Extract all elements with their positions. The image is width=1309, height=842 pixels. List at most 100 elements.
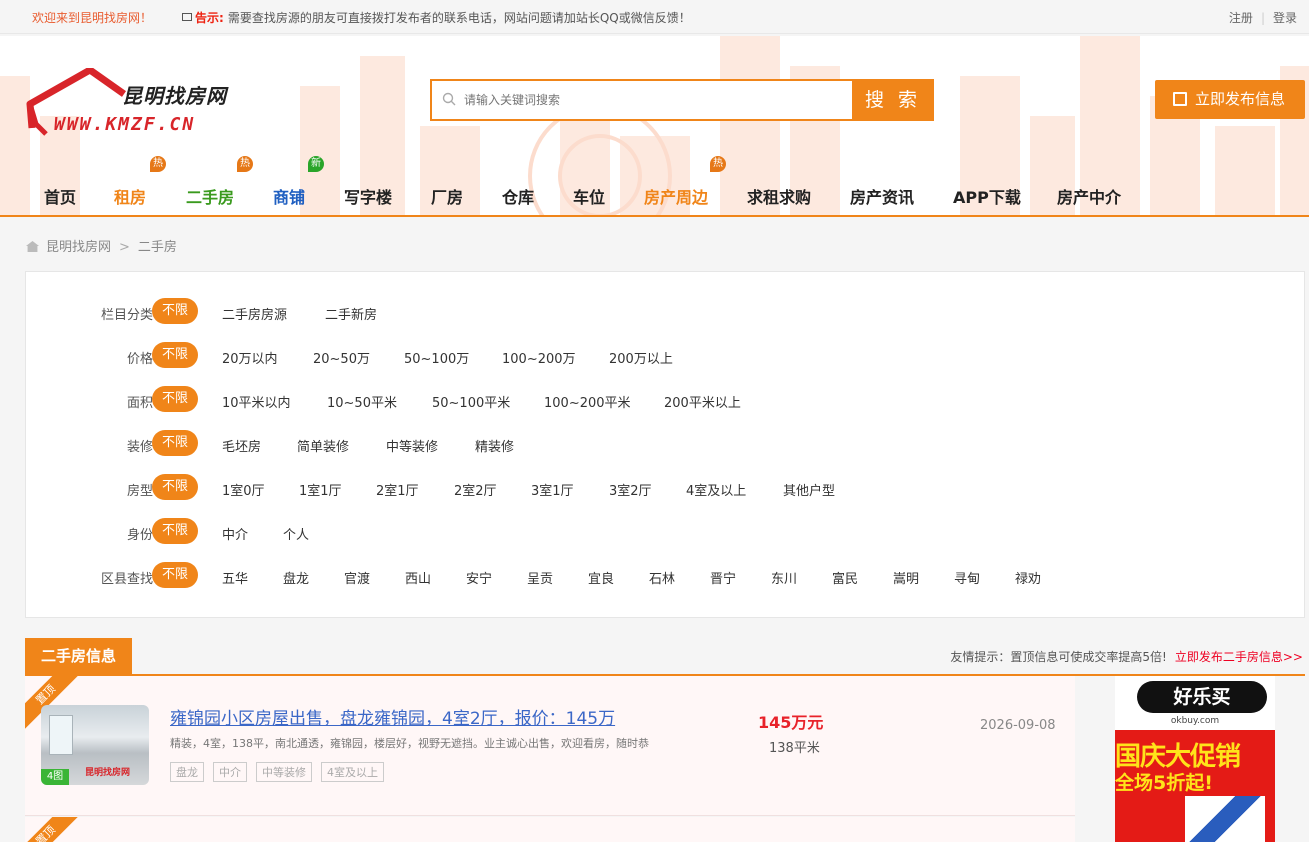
section-title: 二手房信息: [25, 638, 132, 675]
listing-item[interactable]: 置顶 昆明找房网 4图 雍锦园小区房屋出售，盘龙雍锦园，4室2厅，报价：145万…: [25, 676, 1075, 816]
filter-option[interactable]: 100~200平米: [544, 392, 631, 411]
edit-icon: [1173, 92, 1187, 106]
filter-option[interactable]: 个人: [283, 524, 309, 543]
filter-label: 区县查找: [100, 572, 153, 587]
nav-factory[interactable]: 厂房: [431, 184, 463, 208]
listing-item[interactable]: 置顶: [25, 817, 1075, 842]
filter-option[interactable]: 安宁: [466, 568, 492, 587]
filter-option[interactable]: 200平米以上: [664, 392, 741, 411]
filter-option[interactable]: 不限: [152, 386, 199, 412]
register-link[interactable]: 注册: [1229, 11, 1253, 25]
nav-agency[interactable]: 房产中介: [1057, 184, 1121, 208]
filter-option[interactable]: 精装修: [475, 436, 514, 455]
filter-option[interactable]: 毛坯房: [222, 436, 261, 455]
nav-rent[interactable]: 热租房: [114, 156, 166, 208]
hot-badge: 热: [710, 156, 726, 172]
nav-home[interactable]: 首页: [44, 184, 76, 208]
filter-option[interactable]: 中等装修: [386, 436, 438, 455]
listing-photo[interactable]: 昆明找房网 4图: [41, 705, 149, 785]
top-bar: 欢迎来到昆明找房网！ 告示: 需要查找房源的朋友可直接拨打发布者的联系电话，网站问…: [0, 0, 1309, 34]
filter-option[interactable]: 50~100万: [404, 348, 469, 367]
nav-around[interactable]: 热房产周边: [644, 156, 726, 208]
photo-watermark: 昆明找房网: [85, 768, 131, 778]
filter-option[interactable]: 不限: [152, 342, 199, 368]
filter-label: 价格: [126, 352, 153, 367]
nav-office[interactable]: 写字楼: [344, 184, 392, 208]
filter-option[interactable]: 盘龙: [283, 568, 309, 587]
filter-option[interactable]: 20万以内: [222, 348, 278, 367]
hot-badge: 热: [150, 156, 166, 172]
new-badge: 新: [308, 156, 324, 172]
filter-option[interactable]: 官渡: [344, 568, 370, 587]
ad-graphic: [1185, 796, 1265, 842]
filter-row-layout: 房型 不限 1室0厅 1室1厅 2室1厅 2室2厅 3室1厅 3室2厅 4室及以…: [26, 472, 1306, 502]
listing-tag: 中等装修: [256, 762, 312, 782]
filter-option[interactable]: 4室及以上: [686, 480, 746, 499]
filter-option[interactable]: 3室1厅: [531, 480, 574, 499]
filter-option[interactable]: 20~50万: [313, 348, 370, 367]
filter-option[interactable]: 富民: [832, 568, 858, 587]
filter-option[interactable]: 2室1厅: [376, 480, 419, 499]
monitor-icon: [182, 13, 192, 21]
site-logo[interactable]: 昆明找房网 WWW.KMZF.CN: [24, 68, 254, 144]
filter-option[interactable]: 呈贡: [527, 568, 553, 587]
listing-tags: 盘龙 中介 中等装修 4室及以上: [170, 762, 393, 782]
filter-option[interactable]: 二手房房源: [222, 304, 287, 323]
filter-option[interactable]: 3室2厅: [609, 480, 652, 499]
notice-text: 需要查找房源的朋友可直接拨打发布者的联系电话，网站问题请加站长QQ或微信反馈！: [227, 11, 691, 25]
filter-option[interactable]: 其他户型: [783, 480, 835, 499]
filter-option[interactable]: 2室2厅: [454, 480, 497, 499]
filter-option[interactable]: 西山: [405, 568, 431, 587]
filter-label: 装修: [126, 440, 153, 455]
filter-label: 面积: [126, 396, 153, 411]
filter-option[interactable]: 不限: [152, 430, 199, 456]
filter-option[interactable]: 不限: [152, 474, 199, 500]
listing-area: 138平米: [769, 741, 820, 756]
breadcrumb-current: 二手房: [137, 240, 177, 255]
filter-option[interactable]: 不限: [152, 562, 199, 588]
nav-app[interactable]: APP下载: [953, 184, 1021, 208]
filter-option[interactable]: 晋宁: [710, 568, 736, 587]
listing-tag: 4室及以上: [321, 762, 384, 782]
filter-option[interactable]: 1室0厅: [222, 480, 265, 499]
filter-option[interactable]: 不限: [152, 298, 199, 324]
filter-option[interactable]: 二手新房: [325, 304, 377, 323]
filter-option[interactable]: 禄劝: [1015, 568, 1041, 587]
filter-row-district: 区县查找 不限 五华 盘龙 官渡 西山 安宁 呈贡 宜良 石林 晋宁 东川 富民…: [26, 560, 1306, 590]
filter-option[interactable]: 10平米以内: [222, 392, 291, 411]
publish-label: 立即发布信息: [1195, 90, 1286, 108]
filter-option[interactable]: 100~200万: [502, 348, 576, 367]
search-input[interactable]: [464, 87, 844, 113]
nav-wanted[interactable]: 求租求购: [747, 184, 811, 208]
filter-option[interactable]: 50~100平米: [432, 392, 510, 411]
breadcrumb-home[interactable]: 昆明找房网: [46, 240, 111, 255]
filter-option[interactable]: 简单装修: [297, 436, 349, 455]
filter-option[interactable]: 石林: [649, 568, 675, 587]
nav-parking[interactable]: 车位: [573, 184, 605, 208]
filter-option[interactable]: 中介: [222, 524, 248, 543]
tip-text: 友情提示：置顶信息可使成交率提高5倍!: [950, 650, 1167, 664]
filter-option[interactable]: 宜良: [588, 568, 614, 587]
search-button[interactable]: 搜 索: [852, 79, 934, 121]
filter-row-identity: 身份 不限 中介 个人: [26, 516, 1306, 546]
nav-second-hand[interactable]: 热二手房: [186, 156, 253, 208]
filter-option[interactable]: 不限: [152, 518, 199, 544]
filter-option[interactable]: 寻甸: [954, 568, 980, 587]
publish-second-hand-link[interactable]: 立即发布二手房信息>>: [1175, 650, 1303, 664]
nav-news[interactable]: 房产资讯: [850, 184, 914, 208]
listing-date: 2026-09-08: [980, 718, 1056, 733]
publish-button[interactable]: 立即发布信息: [1155, 80, 1305, 119]
advertisement[interactable]: 好乐买 okbuy.com 国庆大促销 全场5折起!: [1115, 676, 1275, 842]
login-link[interactable]: 登录: [1273, 11, 1297, 25]
breadcrumb: 昆明找房网 > 二手房: [26, 236, 177, 255]
filter-option[interactable]: 嵩明: [893, 568, 919, 587]
nav-shops[interactable]: 新商铺: [273, 156, 324, 208]
listing-tag: 中介: [213, 762, 247, 782]
filter-option[interactable]: 10~50平米: [327, 392, 397, 411]
filter-option[interactable]: 200万以上: [609, 348, 673, 367]
listing-title[interactable]: 雍锦园小区房屋出售，盘龙雍锦园，4室2厅，报价：145万: [170, 704, 615, 729]
filter-option[interactable]: 东川: [771, 568, 797, 587]
filter-option[interactable]: 1室1厅: [299, 480, 342, 499]
nav-warehouse[interactable]: 仓库: [502, 184, 534, 208]
filter-option[interactable]: 五华: [222, 568, 248, 587]
